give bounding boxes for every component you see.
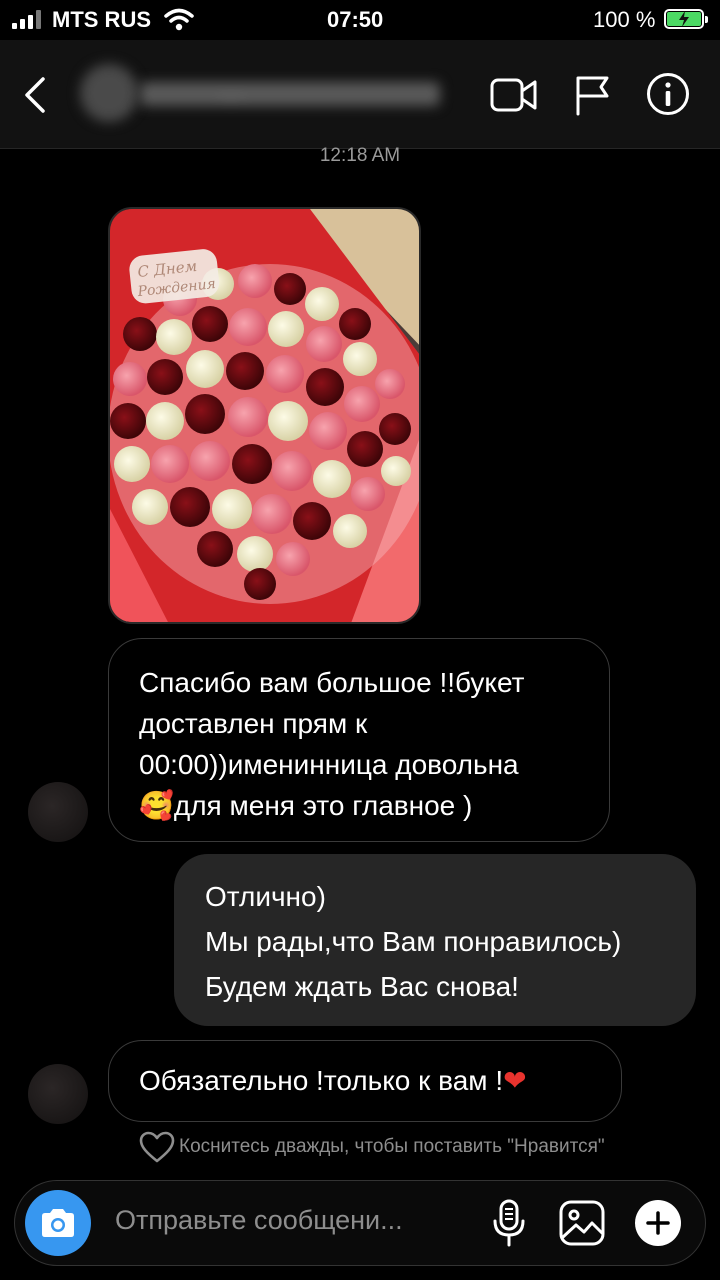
contact-avatar[interactable] [80,64,138,122]
message-line: 00:00))именинница довольна [139,749,519,780]
battery-percent: 100 % [593,7,656,32]
gallery-icon[interactable] [558,1199,606,1247]
message-composer: Отправьте сообщени... [14,1180,706,1266]
back-chevron-icon[interactable] [22,76,48,114]
flag-icon[interactable] [574,74,612,116]
message-line: для меня это главное ) [173,790,473,821]
camera-button[interactable] [25,1190,91,1256]
sender-avatar[interactable] [28,782,88,842]
outgoing-message-bubble[interactable]: Отлично) Мы рады,что Вам понравилось) Бу… [174,854,696,1026]
message-input[interactable]: Отправьте сообщени... [115,1205,403,1236]
message-line: доставлен прям к [139,708,368,739]
shared-photo[interactable]: С Днем Рождения [108,207,421,624]
camera-icon [42,1209,74,1237]
message-line: Мы рады,что Вам понравилось) [205,926,622,957]
heart-outline-icon[interactable] [138,1130,176,1164]
status-bar: MTS RUS 07:50 100 % [0,0,720,40]
microphone-icon[interactable] [491,1199,527,1249]
rose-bouquet-image: С Днем Рождения [110,209,419,622]
video-camera-icon[interactable] [490,76,538,114]
message-line: Будем ждать Вас снова! [205,971,519,1002]
birthday-topper: С Днем Рождения [129,249,220,304]
plus-icon [646,1211,670,1235]
signal-icon [12,9,46,29]
info-icon[interactable] [646,72,690,116]
smiling-hearts-emoji: 🥰 [139,790,174,821]
wifi-icon [164,8,194,31]
message-text: Обязательно !только к вам ! [139,1065,504,1096]
message-line: Отлично) [205,881,326,912]
red-heart-emoji: ❤ [503,1065,527,1096]
message-line: Спасибо вам большое !!букет [139,667,525,698]
chat-header: ... [0,40,720,149]
sender-avatar[interactable] [28,1064,88,1124]
battery-icon [664,9,708,29]
double-tap-like-hint: Коснитесь дважды, чтобы поставить "Нрави… [179,1136,605,1157]
clock: 07:50 [327,7,384,32]
incoming-message-bubble[interactable]: Обязательно !только к вам !❤ [108,1040,622,1122]
plus-button[interactable] [635,1200,681,1246]
incoming-message-bubble[interactable]: Спасибо вам большое !!букет доставлен пр… [108,638,610,842]
carrier-label: MTS RUS [52,7,151,32]
message-timestamp: 12:18 AM [319,145,401,166]
contact-name[interactable]: ... [140,76,440,110]
